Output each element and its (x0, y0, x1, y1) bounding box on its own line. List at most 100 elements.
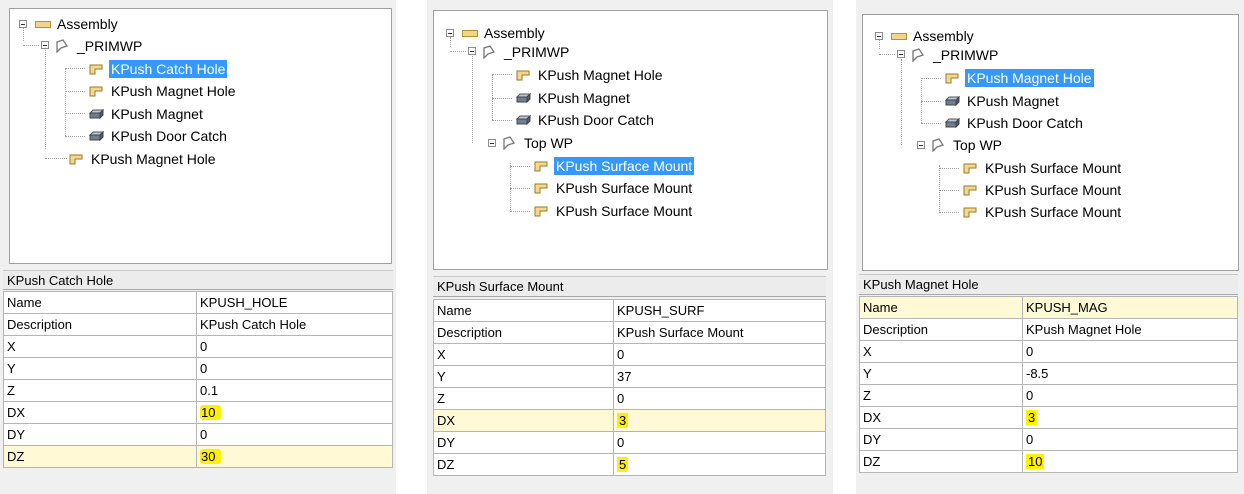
property-row[interactable]: Name KPUSH_HOLE (3, 291, 393, 314)
tree-node-surface-mount-2[interactable]: KPush Surface Mount (962, 180, 1123, 200)
hole-icon (962, 183, 978, 197)
collapse-toggle[interactable] (875, 32, 883, 40)
panel-3: Assembly _PRIMWP KPush Magnet Hole KPush… (856, 0, 1244, 494)
properties-header: KPush Magnet Hole (859, 274, 1238, 295)
assembly-icon (890, 29, 907, 43)
property-row[interactable]: Y 37 (433, 365, 826, 388)
tree-node-top-wp[interactable]: Top WP (930, 135, 1004, 155)
tree-node-door-catch[interactable]: KPush Door Catch (944, 113, 1085, 133)
tree-node-magnet[interactable]: KPush Magnet (944, 91, 1061, 111)
hole-icon (88, 62, 104, 76)
solid-icon (944, 94, 960, 108)
workplane-icon (501, 136, 517, 150)
solid-icon (944, 116, 960, 130)
tree-node-primwp[interactable]: _PRIMWP (910, 45, 1000, 65)
property-row[interactable]: Description KPush Magnet Hole (859, 318, 1238, 341)
panel-1: Assembly _PRIMWP KPush Catch Hole KPush … (0, 0, 396, 494)
hole-icon (962, 205, 978, 219)
hole-icon (962, 161, 978, 175)
hole-icon (533, 159, 549, 173)
collapse-toggle[interactable] (19, 20, 27, 28)
tree-node-surface-mount-3[interactable]: KPush Surface Mount (962, 202, 1123, 222)
tree-node-primwp[interactable]: _PRIMWP (481, 42, 571, 62)
property-row[interactable]: DY 0 (3, 423, 393, 446)
properties-grid[interactable]: Name KPUSH_SURF Description KPush Surface … (433, 299, 826, 476)
panel-2: Assembly _PRIMWP KPush Magnet Hole KPush… (427, 0, 833, 494)
assembly-icon (461, 26, 478, 40)
properties-header: KPush Catch Hole (3, 270, 393, 290)
collapse-toggle[interactable] (897, 50, 905, 58)
property-row[interactable]: Y0 (3, 357, 393, 380)
hole-icon (533, 204, 549, 218)
tree-node-door-catch[interactable]: KPush Door Catch (88, 126, 229, 146)
property-row[interactable]: Z 0.1 (3, 379, 393, 402)
tree-node-assembly[interactable]: Assembly (890, 26, 976, 46)
tree-node-magnet[interactable]: KPush Magnet (515, 88, 632, 108)
assembly-icon (34, 17, 51, 31)
properties-grid[interactable]: Name KPUSH_MAG Description KPush Magnet Ho… (859, 296, 1238, 473)
solid-icon (88, 129, 104, 143)
highlight-mark: 30 (200, 449, 222, 464)
collapse-toggle[interactable] (446, 29, 454, 37)
property-row[interactable]: X0 (433, 343, 826, 366)
collapse-toggle[interactable] (488, 139, 496, 147)
highlight-mark: 5 (617, 457, 629, 472)
property-row[interactable]: DZ 10 (859, 450, 1238, 473)
solid-icon (515, 91, 531, 105)
workplane-icon (54, 39, 70, 53)
tree-node-surface-mount-1[interactable]: KPush Surface Mount (533, 156, 695, 176)
property-row[interactable]: DZ 5 (433, 453, 826, 476)
hole-icon (944, 71, 960, 85)
property-row[interactable]: DZ 30 (3, 445, 393, 468)
tree-node-magnet-hole[interactable]: KPush Magnet Hole (88, 81, 238, 101)
tree-node-surface-mount-3[interactable]: KPush Surface Mount (533, 201, 694, 221)
tree-node-surface-mount-2[interactable]: KPush Surface Mount (533, 178, 694, 198)
property-row[interactable]: Z0 (433, 387, 826, 410)
property-row[interactable]: DX 10 (3, 401, 393, 424)
property-row[interactable]: X0 (3, 335, 393, 358)
property-row[interactable]: Description KPush Catch Hole (3, 313, 393, 336)
collapse-toggle[interactable] (917, 141, 925, 149)
collapse-toggle[interactable] (41, 41, 49, 49)
tree-node-magnet-hole-2[interactable]: KPush Magnet Hole (68, 149, 218, 169)
tree-node-assembly[interactable]: Assembly (34, 14, 120, 34)
tree-node-door-catch[interactable]: KPush Door Catch (515, 110, 656, 130)
properties-grid[interactable]: Name KPUSH_HOLE Description KPush Catch Ho… (3, 291, 393, 468)
properties-header: KPush Surface Mount (433, 276, 826, 297)
highlight-mark: 3 (617, 413, 629, 428)
property-row[interactable]: Description KPush Surface Mount (433, 321, 826, 344)
property-row[interactable]: Name KPUSH_SURF (433, 299, 826, 322)
tree-node-primwp[interactable]: _PRIMWP (54, 36, 144, 56)
hole-icon (88, 84, 104, 98)
workplane-icon (930, 138, 946, 152)
highlight-mark: 3 (1026, 410, 1038, 425)
property-row[interactable]: DX 3 (859, 406, 1238, 429)
property-row[interactable]: Z0 (859, 384, 1238, 407)
collapse-toggle[interactable] (468, 47, 476, 55)
tree-node-assembly[interactable]: Assembly (461, 23, 547, 43)
property-row[interactable]: DX 3 (433, 409, 826, 432)
highlight-mark: 10 (1026, 454, 1045, 469)
hole-icon (515, 68, 531, 82)
tree-view-2[interactable]: Assembly _PRIMWP KPush Magnet Hole KPush… (433, 10, 828, 270)
tree-view-3[interactable]: Assembly _PRIMWP KPush Magnet Hole KPush… (862, 14, 1239, 271)
highlight-mark: 10 (200, 405, 222, 420)
hole-icon (68, 152, 84, 166)
solid-icon (88, 107, 104, 121)
property-row[interactable]: DY 0 (859, 428, 1238, 451)
tree-node-magnet-hole[interactable]: KPush Magnet Hole (944, 68, 1094, 88)
tree-node-catch-hole[interactable]: KPush Catch Hole (88, 59, 228, 79)
property-row[interactable]: DY 0 (433, 431, 826, 454)
property-row[interactable]: Y -8.5 (859, 362, 1238, 385)
tree-node-surface-mount-1[interactable]: KPush Surface Mount (962, 158, 1123, 178)
tree-node-magnet[interactable]: KPush Magnet (88, 104, 205, 124)
property-row[interactable]: Name KPUSH_MAG (859, 296, 1238, 319)
workplane-icon (481, 45, 497, 59)
hole-icon (533, 181, 549, 195)
tree-view-1[interactable]: Assembly _PRIMWP KPush Catch Hole KPush … (9, 8, 392, 264)
solid-icon (515, 113, 531, 127)
property-row[interactable]: X0 (859, 340, 1238, 363)
workplane-icon (910, 48, 926, 62)
tree-node-top-wp[interactable]: Top WP (501, 133, 575, 153)
tree-node-magnet-hole[interactable]: KPush Magnet Hole (515, 65, 665, 85)
